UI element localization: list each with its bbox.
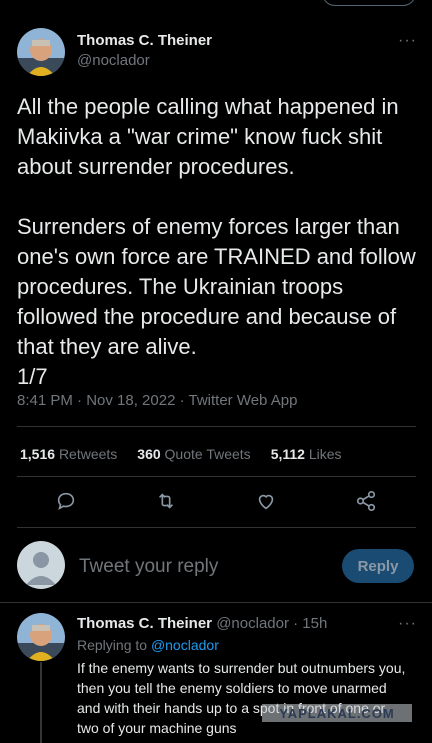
reply-handle-time[interactable]: @noclador · 15h: [216, 615, 327, 632]
divider: [17, 476, 416, 477]
follow-button-partial[interactable]: [322, 0, 416, 6]
quote-tweets-label: Quote Tweets: [164, 446, 251, 462]
quote-tweets-stat[interactable]: 360 Quote Tweets: [137, 446, 250, 462]
tweet-actions: [0, 490, 432, 518]
replying-to-label: Replying to: [77, 637, 151, 653]
retweet-icon[interactable]: [155, 490, 179, 514]
likes-count: 5,112: [270, 446, 305, 462]
avatar[interactable]: [17, 28, 65, 76]
author-handle[interactable]: @noclador: [77, 52, 150, 69]
tweet-text: All the people calling what happened in …: [17, 94, 416, 389]
retweets-stat[interactable]: 1,516 Retweets: [20, 446, 117, 462]
author-name[interactable]: Thomas C. Theiner: [77, 32, 212, 49]
share-icon[interactable]: [355, 490, 379, 514]
likes-label: Likes: [308, 446, 342, 462]
replying-to-handle[interactable]: @noclador: [151, 637, 219, 653]
divider: [17, 426, 416, 427]
more-options-icon[interactable]: ···: [398, 32, 417, 50]
retweets-count: 1,516: [20, 446, 56, 462]
reply-header: Thomas C. Theiner @noclador · 15h: [77, 615, 327, 632]
reply-input[interactable]: Tweet your reply: [79, 556, 218, 578]
tweet-timestamp[interactable]: 8:41 PM · Nov 18, 2022 · Twitter Web App: [17, 392, 297, 409]
divider: [0, 602, 432, 603]
comment-icon[interactable]: [55, 490, 79, 514]
reply-author-name[interactable]: Thomas C. Theiner: [77, 615, 212, 632]
more-options-icon[interactable]: ···: [398, 615, 417, 633]
watermark: YAPLAKAL.COM: [262, 704, 412, 722]
likes-stat[interactable]: 5,112 Likes: [271, 446, 342, 462]
user-avatar-placeholder: [17, 541, 65, 589]
like-icon[interactable]: [255, 490, 279, 514]
reply-button[interactable]: Reply: [342, 549, 414, 583]
reply-text: If the enemy wants to surrender but outn…: [77, 660, 406, 736]
quote-tweets-count: 360: [137, 446, 161, 462]
thread-line: [40, 662, 42, 743]
avatar[interactable]: [17, 613, 65, 661]
retweets-label: Retweets: [58, 446, 118, 462]
replying-to: Replying to @noclador: [77, 637, 219, 653]
engagement-stats: 1,516 Retweets 360 Quote Tweets 5,112 Li…: [20, 446, 362, 462]
divider: [17, 527, 416, 528]
